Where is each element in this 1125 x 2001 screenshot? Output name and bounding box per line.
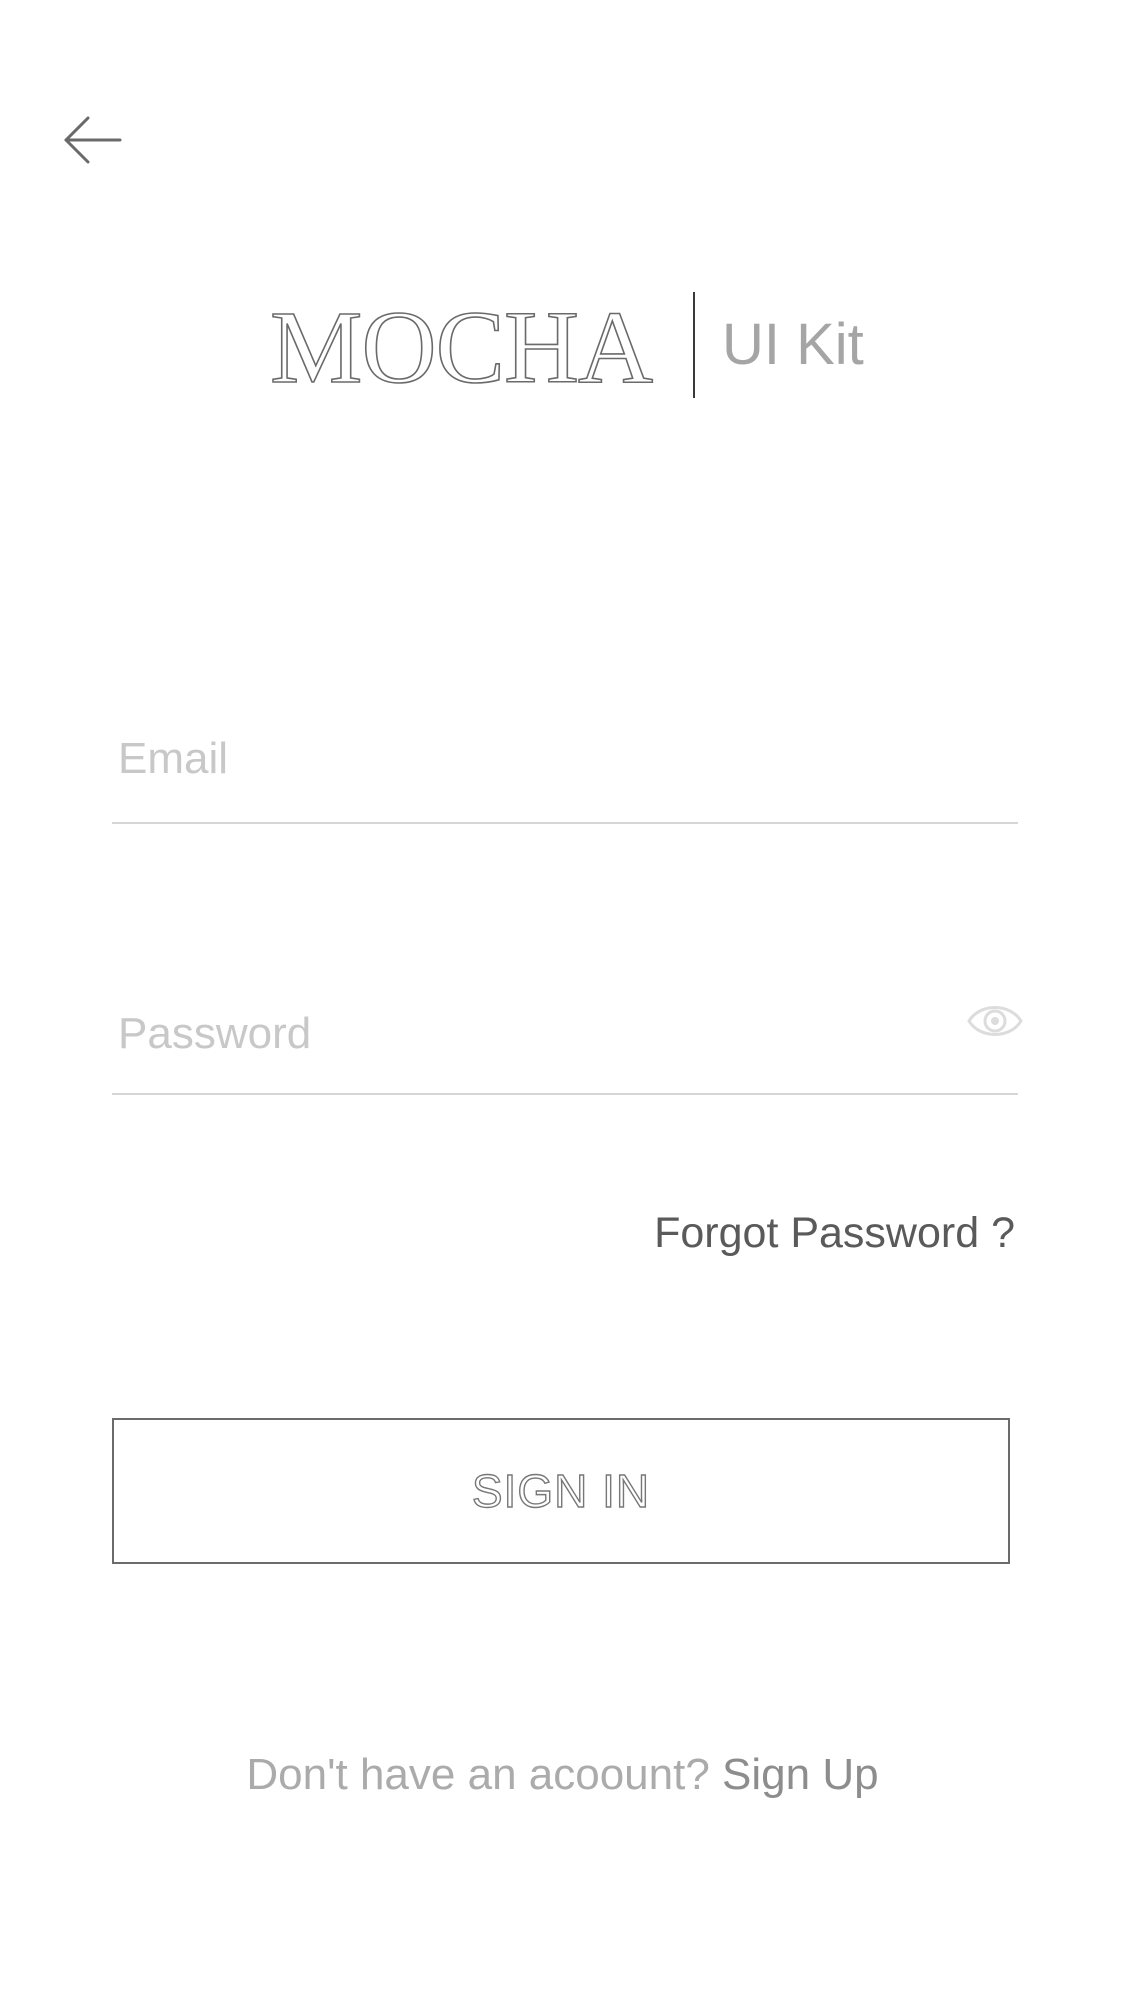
- email-field-container: [112, 710, 1018, 824]
- sign-in-label: SIGN IN: [471, 1464, 651, 1517]
- logo-divider: [693, 292, 695, 398]
- signup-prompt-line: Don't have an acoount? Sign Up: [0, 1745, 1125, 1805]
- forgot-password-link[interactable]: Forgot Password ?: [654, 1203, 1015, 1263]
- sign-up-link[interactable]: Sign Up: [722, 1750, 879, 1799]
- password-input[interactable]: [112, 993, 938, 1075]
- logo-subtitle: UI Kit: [722, 312, 864, 377]
- sign-in-button[interactable]: SIGN IN: [112, 1418, 1010, 1564]
- brand-logo: MOCHA UI Kit: [269, 288, 870, 408]
- signup-prompt-text: Don't have an acoount?: [246, 1750, 710, 1799]
- back-button[interactable]: [58, 110, 128, 170]
- email-input[interactable]: [112, 718, 938, 800]
- arrow-left-icon: [64, 116, 122, 164]
- eye-icon[interactable]: [966, 999, 1024, 1043]
- password-field-container: [112, 985, 1023, 1095]
- logo-wordmark: MOCHA: [269, 289, 654, 406]
